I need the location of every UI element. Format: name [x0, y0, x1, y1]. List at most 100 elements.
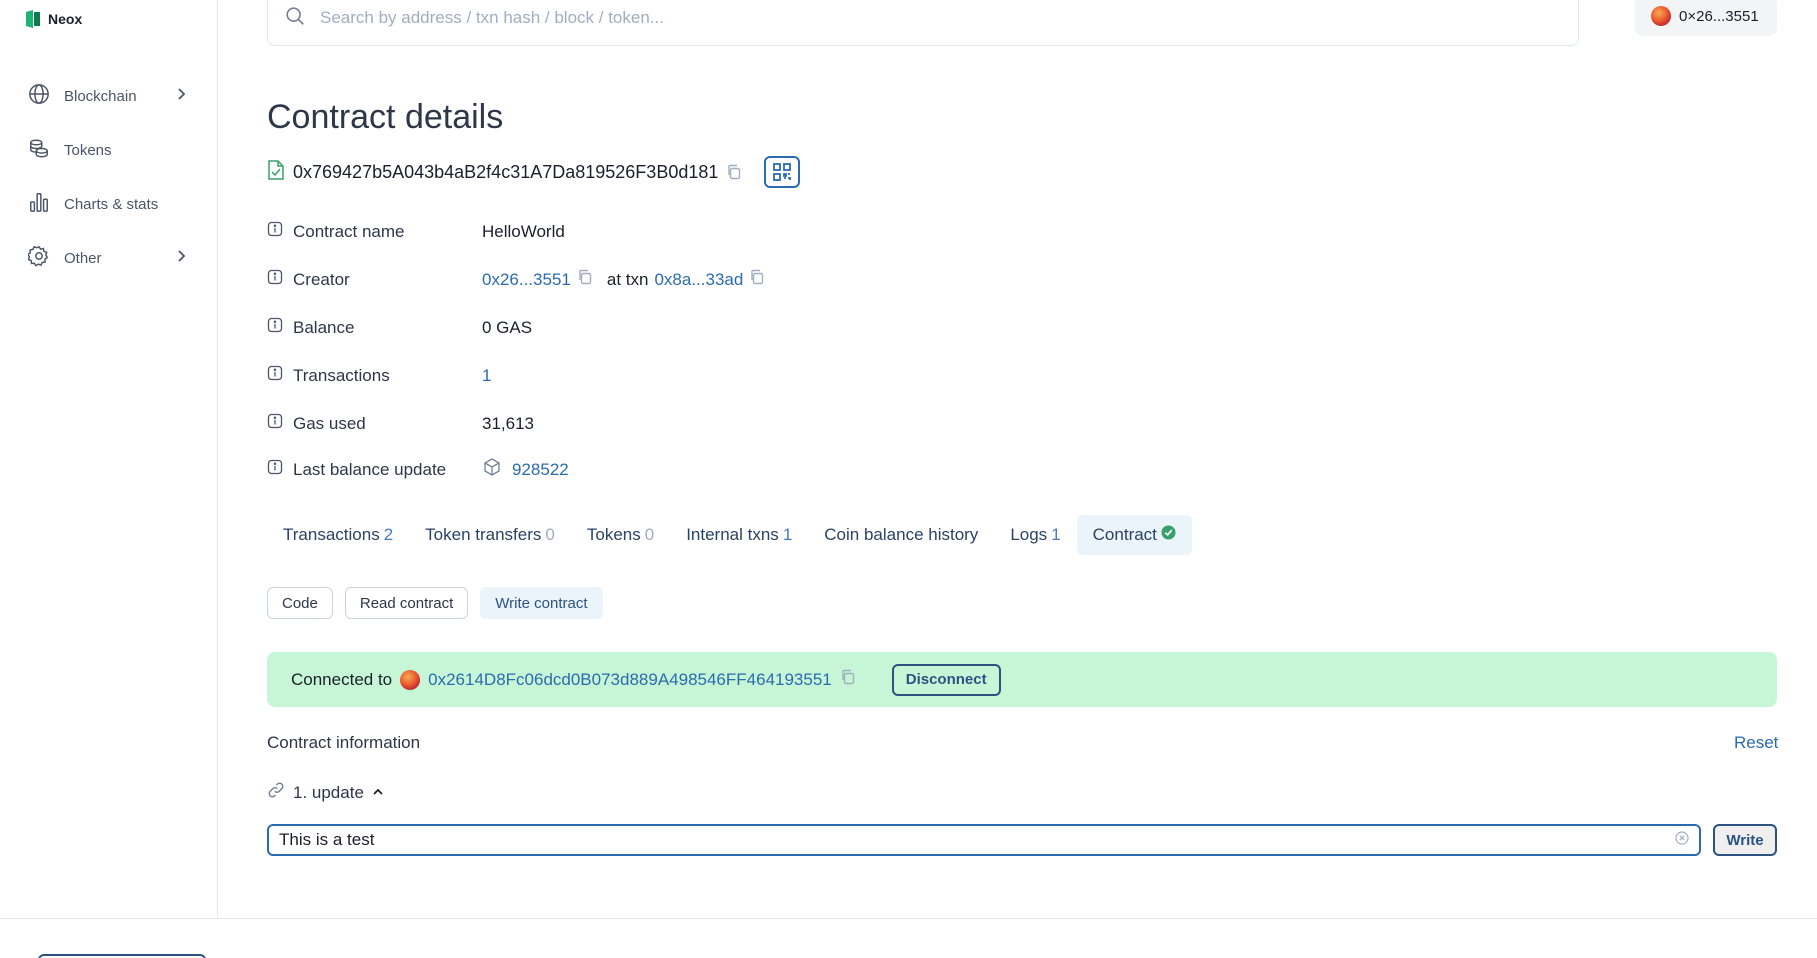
at-txn-text: at txn — [606, 269, 649, 289]
wallet-button[interactable]: 0×26...3551 — [1635, 0, 1777, 36]
verified-check-icon — [1161, 525, 1176, 545]
footer-divider — [0, 918, 1817, 919]
neox-logo-icon — [24, 10, 42, 28]
tab-coin-balance-history[interactable]: Coin balance history — [808, 515, 994, 555]
info-icon[interactable] — [267, 269, 283, 290]
search-bar[interactable] — [267, 0, 1579, 46]
page-title: Contract details — [267, 98, 504, 136]
tab-label: Logs — [1010, 525, 1048, 544]
detail-last-balance-update: Last balance update 928522 — [267, 457, 569, 482]
tab-logs[interactable]: Logs 1 — [994, 515, 1076, 555]
brand-name: Neox — [48, 11, 83, 27]
sidebar: Neox Blockchain Tokens Charts & stats Ot… — [0, 0, 218, 918]
clear-input-icon[interactable] — [1675, 830, 1689, 850]
info-icon[interactable] — [267, 221, 283, 242]
write-button[interactable]: Write — [1713, 824, 1777, 856]
qr-code-icon — [773, 163, 792, 181]
tab-count: 0 — [545, 525, 555, 544]
wallet-connected-banner: Connected to 0x2614D8Fc06dcd0B073d889A49… — [267, 652, 1777, 707]
wallet-address: 0×26...3551 — [1679, 7, 1759, 25]
search-icon — [284, 5, 306, 32]
link-icon[interactable] — [267, 781, 285, 804]
method-input-wrapper — [267, 824, 1701, 856]
transactions-count-link[interactable]: 1 — [482, 366, 491, 386]
subtab-read-contract[interactable]: Read contract — [344, 587, 469, 619]
connected-address-link[interactable]: 0x2614D8Fc06dcd0B073d889A498546FF4641935… — [428, 670, 832, 690]
detail-label: Contract name — [293, 221, 405, 241]
tab-label: Coin balance history — [824, 525, 979, 544]
contract-tabs: Transactions 2 Token transfers 0 Tokens 0 I… — [267, 515, 1192, 555]
contract-information-title: Contract information — [267, 733, 421, 752]
contract-address: 0x769427b5A043b4aB2f4c31A7Da819526F3B0d1… — [293, 161, 719, 182]
sidebar-item-label: Other — [64, 249, 102, 267]
connected-prefix: Connected to — [291, 669, 393, 689]
chevron-up-icon — [372, 783, 384, 803]
sidebar-item-blockchain[interactable]: Blockchain — [28, 80, 188, 112]
balance-value: 0 GAS — [482, 317, 533, 337]
tab-token-transfers[interactable]: Token transfers 0 — [409, 515, 571, 555]
copy-icon[interactable] — [726, 164, 742, 180]
info-icon[interactable] — [267, 317, 283, 338]
tab-label: Tokens — [586, 525, 641, 544]
sidebar-item-charts[interactable]: Charts & stats — [28, 188, 188, 220]
gear-icon — [26, 245, 50, 271]
detail-label: Transactions — [293, 365, 390, 385]
tab-transactions[interactable]: Transactions 2 — [267, 515, 409, 555]
info-icon[interactable] — [267, 413, 283, 434]
bar-chart-icon — [28, 191, 50, 217]
verified-contract-icon — [267, 159, 285, 185]
detail-label: Last balance update — [293, 459, 447, 479]
search-input[interactable] — [320, 8, 1520, 28]
method-arg-input[interactable] — [279, 830, 1675, 850]
detail-contract-name: Contract name HelloWorld — [267, 221, 565, 242]
copy-icon[interactable] — [749, 269, 765, 290]
subtab-code[interactable]: Code — [267, 587, 333, 619]
method-header[interactable]: 1. update — [267, 781, 384, 804]
reset-link[interactable]: Reset — [1734, 733, 1778, 753]
wallet-avatar — [1651, 6, 1671, 26]
gas-used-value: 31,613 — [482, 413, 534, 433]
connected-avatar — [400, 669, 421, 690]
globe-icon — [28, 83, 50, 109]
sidebar-item-label: Charts & stats — [64, 195, 159, 213]
tab-count: 2 — [383, 525, 394, 544]
tab-tokens[interactable]: Tokens 0 — [571, 515, 670, 555]
sidebar-item-other[interactable]: Other — [26, 242, 188, 274]
method-label: 1. update — [293, 782, 364, 802]
detail-label: Balance — [293, 317, 355, 337]
contract-subtabs: Code Read contract Write contract — [267, 587, 603, 619]
copy-icon[interactable] — [840, 669, 856, 690]
detail-balance: Balance 0 GAS — [267, 317, 532, 338]
tab-contract[interactable]: Contract — [1076, 515, 1192, 555]
creator-address-link[interactable]: 0x26...3551 — [482, 270, 571, 290]
contract-name-value: HelloWorld — [482, 221, 565, 241]
info-icon[interactable] — [267, 365, 283, 386]
detail-gas-used: Gas used 31,613 — [267, 413, 534, 434]
tab-label: Token transfers — [425, 525, 542, 544]
subtab-write-contract[interactable]: Write contract — [480, 587, 603, 619]
tab-count: 1 — [782, 525, 793, 544]
copy-icon[interactable] — [577, 269, 593, 290]
detail-label: Gas used — [293, 413, 366, 433]
tab-label: Contract — [1092, 525, 1157, 544]
footer-button[interactable] — [38, 954, 206, 958]
block-icon — [482, 457, 502, 482]
detail-creator: Creator 0x26...3551 at txn 0x8a...33ad — [267, 269, 765, 290]
sidebar-item-tokens[interactable]: Tokens — [28, 134, 188, 166]
brand-logo[interactable]: Neox — [24, 10, 82, 28]
chevron-right-icon — [174, 249, 188, 267]
block-number-link[interactable]: 928522 — [512, 460, 569, 480]
info-icon[interactable] — [267, 459, 283, 480]
chevron-right-icon — [174, 87, 188, 105]
tab-internal-txns[interactable]: Internal txns 1 — [670, 515, 808, 555]
qr-code-button[interactable] — [764, 156, 801, 188]
tab-label: Transactions — [283, 525, 380, 544]
sidebar-item-label: Blockchain — [64, 87, 137, 105]
tab-count: 1 — [1051, 525, 1061, 544]
sidebar-item-label: Tokens — [64, 141, 112, 159]
detail-transactions: Transactions 1 — [267, 365, 491, 386]
tab-label: Internal txns — [686, 525, 779, 544]
contract-address-row: 0x769427b5A043b4aB2f4c31A7Da819526F3B0d1… — [267, 156, 801, 188]
disconnect-button[interactable]: Disconnect — [891, 663, 1001, 696]
creation-txn-link[interactable]: 0x8a...33ad — [654, 270, 743, 290]
